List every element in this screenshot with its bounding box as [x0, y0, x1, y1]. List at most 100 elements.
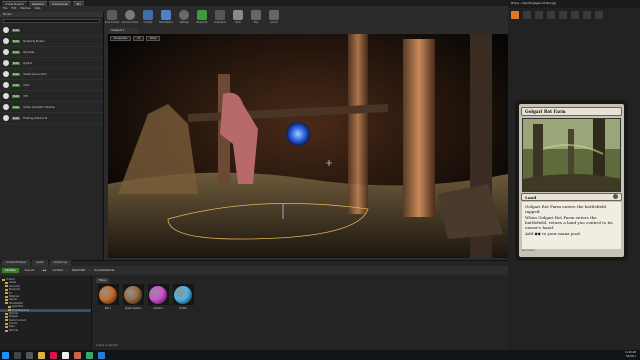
crop-button[interactable] — [571, 11, 579, 19]
explorer-icon[interactable] — [38, 351, 45, 359]
editor-tab[interactable]: Sebastian — [28, 0, 48, 6]
asset-name: Ambient — [153, 307, 163, 310]
folder-icon — [2, 278, 5, 281]
actor-tag: Static — [12, 61, 21, 65]
folder-icon — [5, 329, 8, 332]
place-actor-item[interactable]: Static Actor — [0, 80, 103, 91]
menu-file[interactable]: File — [3, 6, 7, 11]
folder-item[interactable]: Particles — [0, 329, 91, 332]
asset-name: Ball 1 — [104, 307, 112, 310]
breadcrumb-sketchfab[interactable]: SketchFab — [72, 269, 85, 272]
play-button[interactable]: Play — [249, 8, 263, 28]
zoom-button[interactable] — [523, 11, 531, 19]
photos-icon[interactable] — [98, 351, 105, 359]
task-view-icon[interactable] — [26, 351, 33, 359]
search-input[interactable] — [3, 19, 100, 23]
set-symbol-icon — [613, 194, 618, 199]
rotate-button[interactable] — [559, 11, 567, 19]
card-rules-text: Golgari Rot Farm enters the battlefield … — [522, 202, 621, 249]
breadcrumb-content[interactable]: Content — [53, 269, 63, 272]
app-icon[interactable] — [86, 351, 93, 359]
asset-tile[interactable]: Spawn Sphere — [122, 284, 144, 316]
viewport-toolbar: Perspective Lit Show — [110, 36, 161, 41]
menu-help[interactable]: Help — [35, 6, 41, 11]
asset-grid: Ball 1 Spawn Sphere Ambient M_Ball — [97, 284, 194, 316]
actor-icon — [3, 38, 9, 44]
blueprints-button[interactable]: Blueprints — [195, 8, 209, 28]
actor-tag: Static — [12, 116, 21, 120]
asset-thumbnail — [122, 284, 144, 305]
content-icon — [143, 10, 153, 20]
asset-tile[interactable]: Ambient — [147, 284, 169, 316]
place-actor-item[interactable]: Static Pig Bud — [0, 58, 103, 69]
actor-tag: Static — [12, 39, 21, 43]
folder-icon — [5, 282, 8, 285]
rules-line: Add ◆◆ to your mana pool. — [525, 231, 582, 236]
sphere-icon — [124, 285, 142, 304]
menu-edit[interactable]: Edit — [11, 6, 16, 11]
show-button[interactable]: Show — [146, 36, 161, 41]
actor-name: Floating Ambient 31 — [23, 116, 48, 120]
editor-tab[interactable]: UE4 — [72, 0, 84, 6]
sphere-icon — [99, 285, 117, 304]
actor-icon — [3, 49, 9, 55]
card-footer: RAV 279/286 C — [522, 250, 536, 252]
system-clock[interactable]: 11:28 AM 7/4/2017 — [625, 351, 636, 359]
folder-tree: Content Assets Geometry Blueprints FX Materia… — [0, 276, 92, 350]
sphere-icon — [149, 285, 167, 304]
menu-window[interactable]: Window — [20, 6, 30, 11]
unreal-icon[interactable] — [62, 351, 69, 359]
cinematics-button[interactable]: Cinematics — [213, 8, 227, 28]
source-control-icon — [125, 10, 135, 20]
add-new-button[interactable]: Add New — [2, 268, 19, 273]
asset-tile[interactable]: M_Ball — [172, 284, 194, 316]
place-actor-item[interactable]: Static — [0, 25, 103, 36]
content-button[interactable]: Content — [141, 8, 155, 28]
card-name: Golgari Rot Farm — [521, 107, 622, 116]
place-actor-item[interactable]: Static Floating Ambient 31 — [0, 113, 103, 124]
source-control-button[interactable]: Source Control — [122, 8, 138, 28]
back-arrow-icon[interactable]: ◀ ▶ — [40, 268, 48, 273]
place-actor-item[interactable]: Static Vertex Volumetric Window — [0, 102, 103, 113]
place-actor-item[interactable]: Static Shade Source Actor — [0, 69, 103, 80]
actor-name: Pig Bud — [23, 61, 33, 65]
browser-icon[interactable] — [50, 351, 57, 359]
asset-thumbnail — [97, 284, 119, 305]
actor-icon — [3, 93, 9, 99]
filters-button[interactable]: Filters — [96, 278, 109, 283]
asset-tile[interactable]: Ball 1 — [97, 284, 119, 316]
lit-button[interactable]: Lit — [133, 36, 145, 41]
film-icon — [215, 10, 225, 20]
favorite-button[interactable] — [547, 11, 555, 19]
place-actor-list: Static Static Mossbody Enders Static Pig Gra… — [0, 25, 103, 124]
place-actor-item[interactable]: Static VFX — [0, 91, 103, 102]
edit-button[interactable] — [583, 11, 591, 19]
folder-icon — [5, 312, 8, 315]
place-actor-item[interactable]: Static Pig Grass — [0, 47, 103, 58]
marketplace-button[interactable]: Marketplace — [159, 8, 173, 28]
level-viewport[interactable] — [108, 34, 508, 258]
actor-tag: Static — [12, 83, 21, 87]
settings-button[interactable]: Settings — [177, 8, 191, 28]
save-current-button[interactable]: Save Current — [105, 8, 119, 28]
search-icon[interactable] — [14, 351, 21, 359]
start-icon[interactable] — [2, 351, 9, 359]
build-button[interactable]: Build — [231, 8, 245, 28]
actor-name: Shade Source Actor — [23, 72, 47, 76]
place-actor-item[interactable]: Static Mossbody Enders — [0, 36, 103, 47]
actor-icon — [3, 115, 9, 121]
actor-tag: Static — [12, 72, 21, 76]
more-button[interactable] — [595, 11, 603, 19]
breadcrumb-drywallspheres[interactable]: DrywallSpheres — [94, 269, 114, 272]
perspective-button[interactable]: Perspective — [110, 36, 132, 41]
actor-name: Vertex Volumetric Window — [23, 105, 55, 109]
share-button[interactable] — [511, 11, 519, 19]
editor-tab[interactable]: DreamCreek — [49, 0, 71, 6]
modes-header: Modes — [0, 12, 103, 17]
save-all-button[interactable]: Save All — [23, 268, 37, 273]
app-icon[interactable] — [74, 351, 81, 359]
delete-button[interactable] — [535, 11, 543, 19]
sphere-icon — [174, 285, 192, 304]
editor-tab[interactable]: Unreal Projects — [2, 0, 27, 6]
launch-button[interactable]: Launch — [267, 8, 281, 28]
